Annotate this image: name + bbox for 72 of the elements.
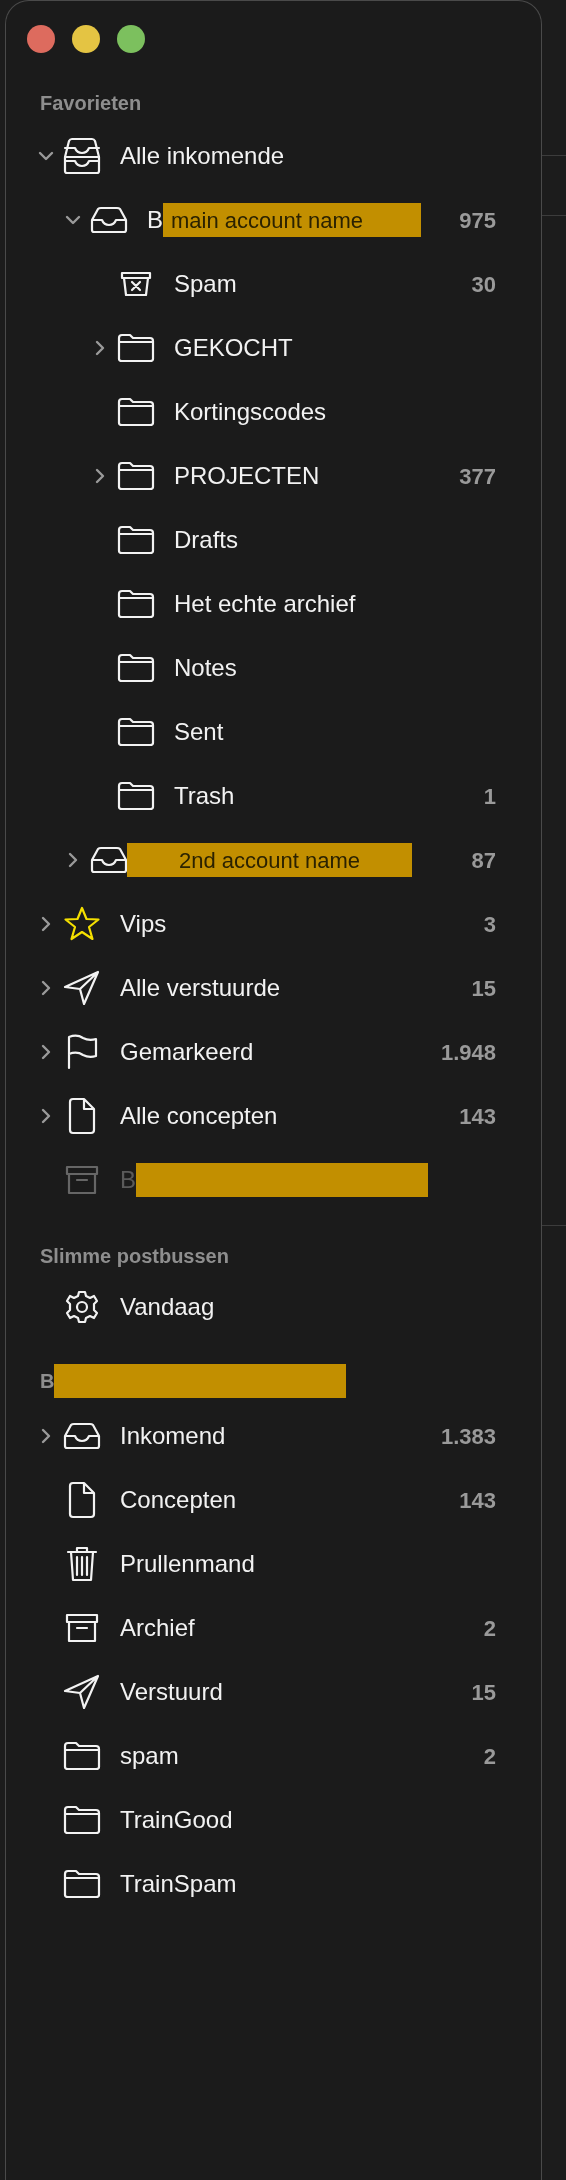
folder-icon — [117, 653, 155, 683]
mailbox-label[interactable]: TrainSpam — [120, 1866, 237, 1902]
mailbox-label[interactable]: B — [147, 202, 163, 238]
mailbox-label[interactable]: PROJECTEN — [174, 458, 320, 494]
gear-icon — [64, 1289, 100, 1325]
inbox-icon — [89, 206, 129, 234]
mailbox-label[interactable]: Notes — [174, 650, 237, 686]
folder-icon — [117, 461, 155, 491]
folder-icon — [117, 781, 155, 811]
mailbox-label[interactable]: Gemarkeerd — [120, 1034, 254, 1070]
trash-icon — [66, 1545, 98, 1583]
section-header: Slimme postbussen — [40, 1244, 229, 1269]
folder-icon — [63, 1805, 101, 1835]
mailbox-label[interactable]: Alle concepten — [120, 1098, 278, 1134]
mailbox-label[interactable]: Concepten — [120, 1482, 237, 1518]
mailbox-label[interactable]: Het echte archief — [174, 586, 356, 622]
unread-count: 143 — [459, 1486, 496, 1515]
folder-icon — [117, 397, 155, 427]
section-header: Favorieten — [40, 91, 142, 116]
folder-icon — [117, 589, 155, 619]
minimize-button[interactable] — [72, 24, 100, 53]
mailbox-label[interactable]: Alle inkomende — [120, 138, 285, 174]
document-icon — [67, 1481, 97, 1519]
inbox-icon — [89, 846, 129, 874]
mailbox-label[interactable]: Inkomend — [120, 1418, 226, 1454]
close-button[interactable] — [27, 24, 55, 53]
mailbox-label[interactable]: Verstuurd — [120, 1674, 223, 1710]
inbox-stack-icon — [62, 137, 102, 175]
mailbox-label[interactable]: Archief — [120, 1610, 195, 1646]
paper-plane-icon — [63, 1674, 101, 1710]
unread-count: 1.383 — [440, 1422, 496, 1451]
unread-count: 87 — [471, 846, 496, 875]
mailbox-label[interactable]: Trash — [174, 778, 235, 814]
inbox-icon — [62, 1422, 102, 1450]
unread-count: 15 — [471, 974, 496, 1003]
unread-count: 15 — [471, 1678, 496, 1707]
mailbox-label[interactable]: TrainGood — [120, 1802, 233, 1838]
folder-icon — [117, 525, 155, 555]
mailbox-label[interactable]: Drafts — [174, 522, 238, 558]
flag-icon — [65, 1034, 99, 1070]
junk-box-icon — [119, 270, 153, 298]
mailbox-label[interactable]: spam — [120, 1738, 179, 1774]
unread-count: 30 — [471, 270, 496, 299]
folder-icon — [63, 1741, 101, 1771]
folder-icon — [63, 1869, 101, 1899]
mailbox-label[interactable]: Vandaag — [120, 1289, 215, 1325]
redaction-bar: main account name — [163, 203, 421, 237]
unread-count: 975 — [459, 206, 496, 235]
redaction-bar: 2nd account name — [127, 843, 413, 877]
folder-icon — [117, 717, 155, 747]
unread-count: 377 — [459, 462, 496, 491]
document-icon — [67, 1097, 97, 1135]
section-header: B — [40, 1369, 55, 1394]
mailbox-label[interactable]: Sent — [174, 714, 224, 750]
archive-box-icon — [65, 1164, 99, 1196]
mailbox-label[interactable]: Alle verstuurde — [120, 970, 281, 1006]
unread-count: 1.948 — [440, 1038, 496, 1067]
paper-plane-icon — [63, 970, 101, 1006]
mailbox-label[interactable]: Kortingscodes — [174, 394, 327, 430]
mailbox-label[interactable]: Prullenmand — [120, 1546, 255, 1582]
zoom-button[interactable] — [117, 24, 145, 53]
star-icon — [63, 906, 101, 942]
unread-count: 1 — [483, 782, 496, 811]
archive-box-icon — [65, 1612, 99, 1644]
unread-count: 2 — [483, 1742, 496, 1771]
mailbox-label[interactable]: GEKOCHT — [174, 330, 293, 366]
mailbox-label[interactable]: Vips — [120, 906, 167, 942]
folder-icon — [117, 333, 155, 363]
unread-count: 2 — [483, 1614, 496, 1643]
unread-count: 3 — [483, 910, 496, 939]
unread-count: 143 — [459, 1102, 496, 1131]
mailbox-label[interactable]: Spam — [174, 266, 237, 302]
